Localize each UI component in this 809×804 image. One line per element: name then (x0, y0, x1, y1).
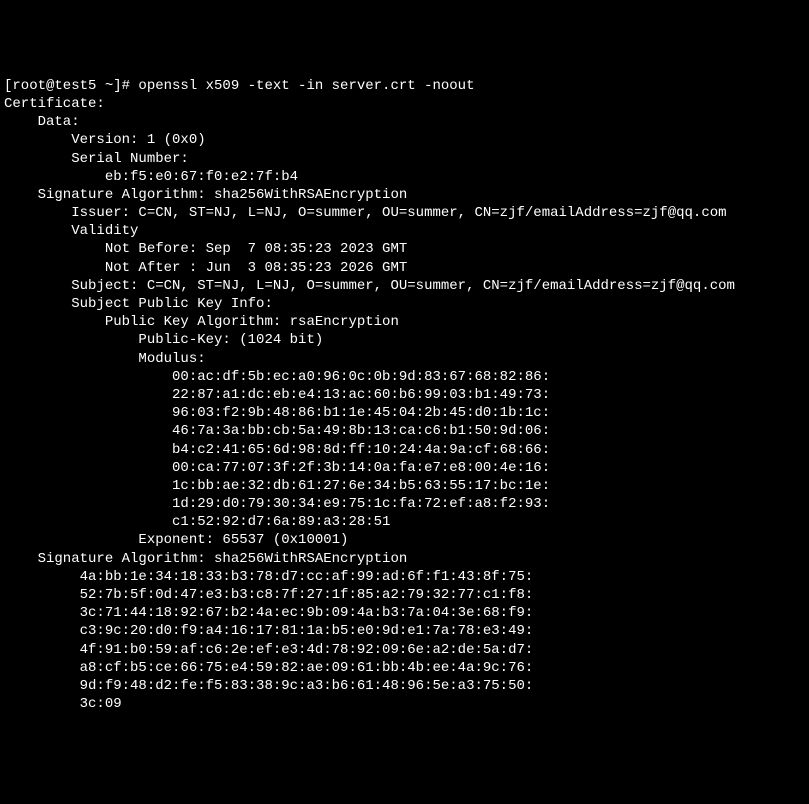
output-line: Serial Number: (4, 150, 805, 168)
output-line: 1d:29:d0:79:30:34:e9:75:1c:fa:72:ef:a8:f… (4, 495, 805, 513)
output-line: Public-Key: (1024 bit) (4, 331, 805, 349)
output-line: Exponent: 65537 (0x10001) (4, 531, 805, 549)
output-line: c3:9c:20:d0:f9:a4:16:17:81:1a:b5:e0:9d:e… (4, 622, 805, 640)
output-line: 9d:f9:48:d2:fe:f5:83:38:9c:a3:b6:61:48:9… (4, 677, 805, 695)
command-text: openssl x509 -text -in server.crt -noout (138, 78, 474, 94)
output-line: Data: (4, 113, 805, 131)
output-line: 00:ac:df:5b:ec:a0:96:0c:0b:9d:83:67:68:8… (4, 368, 805, 386)
output-line: Subject: C=CN, ST=NJ, L=NJ, O=summer, OU… (4, 277, 805, 295)
output-line: Certificate: (4, 95, 805, 113)
shell-prompt: [root@test5 ~]# (4, 78, 138, 94)
output-line: Not Before: Sep 7 08:35:23 2023 GMT (4, 240, 805, 258)
output-line: a8:cf:b5:ce:66:75:e4:59:82:ae:09:61:bb:4… (4, 659, 805, 677)
output-line: Not After : Jun 3 08:35:23 2026 GMT (4, 259, 805, 277)
output-line: b4:c2:41:65:6d:98:8d:ff:10:24:4a:9a:cf:6… (4, 441, 805, 459)
output-line: 52:7b:5f:0d:47:e3:b3:c8:7f:27:1f:85:a2:7… (4, 586, 805, 604)
output-line: Version: 1 (0x0) (4, 131, 805, 149)
output-line: 4a:bb:1e:34:18:33:b3:78:d7:cc:af:99:ad:6… (4, 568, 805, 586)
output-line: 46:7a:3a:bb:cb:5a:49:8b:13:ca:c6:b1:50:9… (4, 422, 805, 440)
output-line: Subject Public Key Info: (4, 295, 805, 313)
output-line: 00:ca:77:07:3f:2f:3b:14:0a:fa:e7:e8:00:4… (4, 459, 805, 477)
output-line: Signature Algorithm: sha256WithRSAEncryp… (4, 550, 805, 568)
output-line: c1:52:92:d7:6a:89:a3:28:51 (4, 513, 805, 531)
output-line: Public Key Algorithm: rsaEncryption (4, 313, 805, 331)
output-line: eb:f5:e0:67:f0:e2:7f:b4 (4, 168, 805, 186)
output-line: Modulus: (4, 350, 805, 368)
output-line: Issuer: C=CN, ST=NJ, L=NJ, O=summer, OU=… (4, 204, 805, 222)
output-line: 4f:91:b0:59:af:c6:2e:ef:e3:4d:78:92:09:6… (4, 641, 805, 659)
output-line: 96:03:f2:9b:48:86:b1:1e:45:04:2b:45:d0:1… (4, 404, 805, 422)
output-line: 3c:09 (4, 695, 805, 713)
terminal-output[interactable]: [root@test5 ~]# openssl x509 -text -in s… (4, 77, 805, 714)
output-line: Signature Algorithm: sha256WithRSAEncryp… (4, 186, 805, 204)
output-line: 3c:71:44:18:92:67:b2:4a:ec:9b:09:4a:b3:7… (4, 604, 805, 622)
command-line: [root@test5 ~]# openssl x509 -text -in s… (4, 77, 805, 95)
output-line: 22:87:a1:dc:eb:e4:13:ac:60:b6:99:03:b1:4… (4, 386, 805, 404)
output-line: 1c:bb:ae:32:db:61:27:6e:34:b5:63:55:17:b… (4, 477, 805, 495)
output-line: Validity (4, 222, 805, 240)
